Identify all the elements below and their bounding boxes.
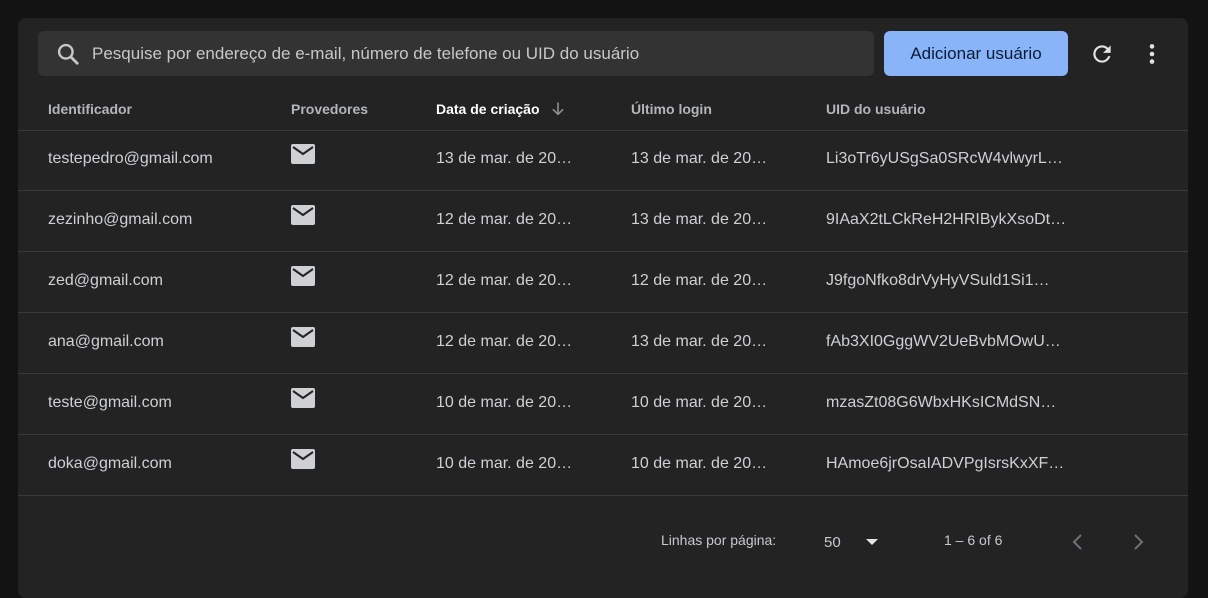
mail-icon <box>291 266 315 286</box>
mail-icon <box>291 327 315 347</box>
search-icon <box>55 41 81 67</box>
chevron-left-icon <box>1071 533 1085 551</box>
identifier-cell: testepedro@gmail.com <box>48 150 213 167</box>
last-login-cell: 10 de mar. de 20… <box>631 394 768 411</box>
column-header-last-login[interactable]: Último login <box>631 101 712 117</box>
created-cell: 10 de mar. de 20… <box>436 455 573 472</box>
created-cell: 12 de mar. de 20… <box>436 272 573 289</box>
table-row[interactable]: teste@gmail.com 10 de mar. de 20… 10 de … <box>18 374 1188 435</box>
last-login-cell: 12 de mar. de 20… <box>631 272 768 289</box>
rows-per-page-select[interactable]: 50 <box>824 528 894 556</box>
previous-page-button[interactable] <box>1064 528 1092 556</box>
column-header-providers: Provedores <box>291 101 368 117</box>
identifier-cell: teste@gmail.com <box>48 394 172 411</box>
next-page-button[interactable] <box>1124 528 1152 556</box>
last-login-cell: 13 de mar. de 20… <box>631 333 768 350</box>
rows-per-page-label: Linhas por página: <box>661 532 777 548</box>
column-header-identifier[interactable]: Identificador <box>48 101 132 117</box>
chevron-right-icon <box>1131 533 1145 551</box>
uid-cell: HAmoe6jrOsaIADVPgIsrsKxXF… <box>826 455 1065 472</box>
last-login-cell: 13 de mar. de 20… <box>631 211 768 228</box>
more-options-button[interactable] <box>1138 40 1166 68</box>
uid-cell: Li3oTr6yUSgSa0SRcW4vlwyrL… <box>826 150 1063 167</box>
uid-cell: mzasZt08G6WbxHKsICMdSN… <box>826 394 1057 411</box>
uid-cell: fAb3XI0GggWV2UeBvbMOwU… <box>826 333 1061 350</box>
refresh-button[interactable] <box>1088 40 1116 68</box>
column-header-label: UID do usuário <box>826 101 926 117</box>
created-cell: 12 de mar. de 20… <box>436 333 573 350</box>
mail-icon <box>291 144 315 164</box>
page-range: 1 – 6 of 6 <box>944 532 1003 548</box>
table-row[interactable]: testepedro@gmail.com 13 de mar. de 20… 1… <box>18 130 1188 191</box>
rows-per-page-value: 50 <box>824 533 841 551</box>
arrow-down-icon <box>550 101 566 117</box>
add-user-button[interactable]: Adicionar usuário <box>884 31 1068 76</box>
column-header-label: Último login <box>631 101 712 117</box>
table-row[interactable]: zezinho@gmail.com 12 de mar. de 20… 13 d… <box>18 191 1188 252</box>
column-header-label: Data de criação <box>436 101 540 117</box>
column-header-created[interactable]: Data de criação <box>436 101 566 117</box>
column-header-label: Identificador <box>48 101 133 117</box>
column-header-label: Provedores <box>291 101 369 117</box>
search-bar[interactable] <box>38 31 874 76</box>
refresh-icon <box>1089 41 1115 67</box>
table-header: Identificador Provedores Data de criação… <box>18 90 1188 131</box>
search-input[interactable] <box>92 43 874 64</box>
last-login-cell: 13 de mar. de 20… <box>631 150 768 167</box>
last-login-cell: 10 de mar. de 20… <box>631 455 768 472</box>
caret-down-icon <box>865 537 879 547</box>
identifier-cell: doka@gmail.com <box>48 455 172 472</box>
created-cell: 10 de mar. de 20… <box>436 394 573 411</box>
identifier-cell: zed@gmail.com <box>48 272 163 289</box>
uid-cell: J9fgoNfko8drVyHyVSuld1Si1… <box>826 272 1050 289</box>
uid-cell: 9IAaX2tLCkReH2HRIBykXsoDt… <box>826 211 1067 228</box>
pagination-bar: Linhas por página: 50 1 – 6 of 6 <box>18 522 1188 562</box>
table-row[interactable]: doka@gmail.com 10 de mar. de 20… 10 de m… <box>18 435 1188 496</box>
table-row[interactable]: zed@gmail.com 12 de mar. de 20… 12 de ma… <box>18 252 1188 313</box>
mail-icon <box>291 205 315 225</box>
identifier-cell: ana@gmail.com <box>48 333 164 350</box>
created-cell: 12 de mar. de 20… <box>436 211 573 228</box>
mail-icon <box>291 388 315 408</box>
identifier-cell: zezinho@gmail.com <box>48 211 193 228</box>
users-card: Adicionar usuário Identificador Provedor… <box>18 18 1188 598</box>
column-header-uid[interactable]: UID do usuário <box>826 101 926 117</box>
created-cell: 13 de mar. de 20… <box>436 150 573 167</box>
more-vert-icon <box>1139 41 1165 67</box>
mail-icon <box>291 449 315 469</box>
table-row[interactable]: ana@gmail.com 12 de mar. de 20… 13 de ma… <box>18 313 1188 374</box>
